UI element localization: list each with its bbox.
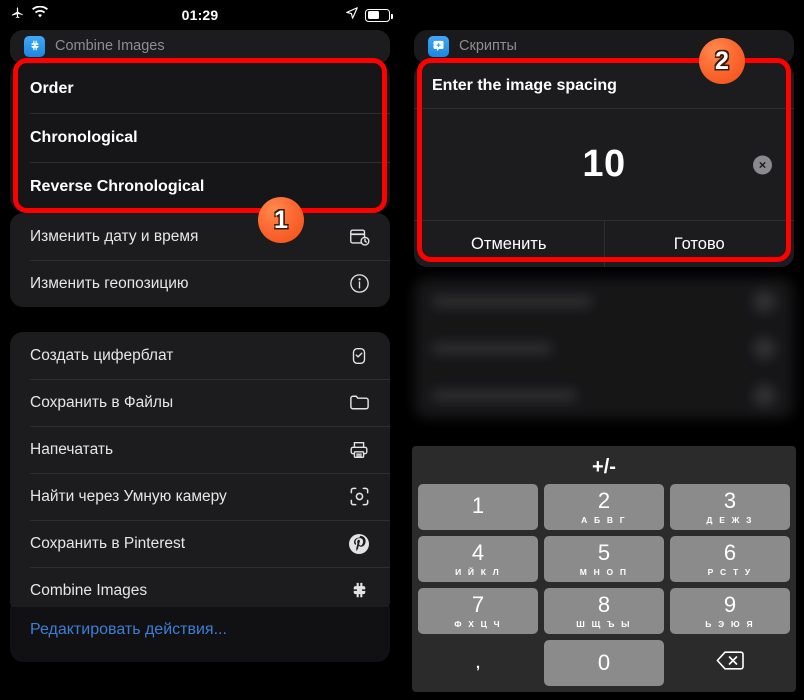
scripts-icon — [428, 35, 449, 57]
status-bar-clock: 01:29 — [181, 7, 219, 23]
blurred-row — [414, 278, 794, 325]
calendar-clock-icon — [346, 224, 372, 250]
actions-group-2: Создать циферблат Сохранить в Файлы Напе… — [10, 332, 390, 614]
smart-camera-icon — [346, 484, 372, 510]
key-letters: М Н О П — [579, 566, 629, 577]
puzzle-icon — [346, 578, 372, 604]
order-menu-label: Chronological — [30, 128, 138, 146]
keyboard-grid: 1 2 А Б В Г 3 Д Е Ж З 4 И Й К Л 5 М Н О … — [418, 484, 790, 686]
plus-minus-button[interactable]: +/- — [592, 456, 616, 479]
key-number: 5 — [597, 539, 611, 565]
left-sheet-app-title: Combine Images — [55, 38, 165, 54]
action-label: Сохранить в Файлы — [30, 393, 174, 411]
key-number: 4 — [471, 539, 485, 565]
key-number: 2 — [597, 487, 611, 513]
edit-actions-container: Редактировать действия... — [10, 607, 390, 662]
cancel-button[interactable]: Отменить — [414, 221, 604, 267]
action-row-save-to-files[interactable]: Сохранить в Файлы — [10, 379, 390, 426]
key-letters: А Б В Г — [581, 514, 627, 525]
numeric-keyboard: +/- 1 2 А Б В Г 3 Д Е Ж З 4 И Й К Л 5 М … — [412, 446, 796, 692]
key-4[interactable]: 4 И Й К Л — [418, 536, 538, 582]
key-number: , — [475, 654, 481, 672]
combine-images-icon — [24, 35, 45, 57]
order-menu-item-chronological[interactable]: Chronological — [10, 113, 390, 162]
actions-group-1: Изменить дату и время Изменить геопозици… — [10, 213, 390, 307]
key-letters: И Й К Л — [455, 566, 501, 577]
key-0[interactable]: 0 — [544, 640, 664, 686]
right-sheet-app-title: Скрипты — [459, 38, 517, 54]
action-label: Combine Images — [30, 581, 148, 599]
key-number: 8 — [597, 591, 611, 617]
key-letters: Д Е Ж З — [706, 514, 754, 525]
action-row-print[interactable]: Напечатать — [10, 426, 390, 473]
location-info-icon — [346, 271, 372, 297]
order-menu-item-order[interactable]: Order — [10, 64, 390, 113]
key-number: 3 — [723, 487, 737, 513]
backspace-icon — [716, 650, 744, 676]
action-label: Сохранить в Pinterest — [30, 534, 186, 552]
blurred-row — [414, 372, 794, 419]
annotation-badge-2: 2 — [699, 38, 745, 84]
left-sheet-header: Combine Images — [10, 30, 390, 64]
key-2[interactable]: 2 А Б В Г — [544, 484, 664, 530]
key-number: 1 — [471, 492, 485, 518]
key-comma[interactable]: , — [418, 640, 538, 686]
key-letters: Ф Х Ц Ч — [454, 618, 502, 629]
action-label: Найти через Умную камеру — [30, 487, 227, 505]
key-3[interactable]: 3 Д Е Ж З — [670, 484, 790, 530]
key-number: 7 — [471, 591, 485, 617]
input-dialog: Enter the image spacing 10 Отменить Гото… — [414, 64, 794, 267]
edit-actions-link[interactable]: Редактировать действия... — [10, 607, 390, 639]
order-menu-label: Reverse Chronological — [30, 177, 205, 195]
keyboard-toolbar: +/- — [418, 450, 790, 484]
action-row-change-location[interactable]: Изменить геопозицию — [10, 260, 390, 307]
action-label: Напечатать — [30, 440, 114, 458]
clear-circle-icon[interactable] — [753, 155, 772, 174]
dialog-actions: Отменить Готово — [414, 221, 794, 267]
key-letters: Ь Э Ю Я — [705, 618, 755, 629]
key-letters: Ш Щ Ъ Ы — [576, 618, 632, 629]
key-number: 0 — [597, 650, 611, 675]
key-letters: Р С Т У — [707, 566, 753, 577]
blurred-row — [414, 325, 794, 372]
action-label: Изменить геопозицию — [30, 274, 189, 292]
key-7[interactable]: 7 Ф Х Ц Ч — [418, 588, 538, 634]
order-menu-item-reverse-chronological[interactable]: Reverse Chronological — [10, 162, 390, 211]
action-label: Создать циферблат — [30, 346, 174, 364]
blurred-card — [414, 278, 794, 419]
done-button[interactable]: Готово — [603, 221, 795, 267]
annotation-badge-1: 1 — [258, 197, 304, 243]
blurred-background-list — [414, 278, 794, 419]
key-6[interactable]: 6 Р С Т У — [670, 536, 790, 582]
watch-face-icon — [346, 343, 372, 369]
key-1[interactable]: 1 — [418, 484, 538, 530]
key-backspace[interactable] — [670, 640, 790, 686]
right-phone-screen: Скрипты Enter the image spacing 10 Отмен… — [404, 0, 804, 700]
action-row-smart-camera-search[interactable]: Найти через Умную камеру — [10, 473, 390, 520]
action-row-change-date-time[interactable]: Изменить дату и время — [10, 213, 390, 260]
spacing-input-field[interactable]: 10 — [414, 109, 794, 221]
printer-icon — [346, 437, 372, 463]
status-bar: 01:29 — [10, 0, 393, 30]
battery-icon — [365, 8, 393, 22]
screenshot-stage: 01:29 Combine Images Order Chronological… — [0, 0, 804, 700]
key-5[interactable]: 5 М Н О П — [544, 536, 664, 582]
left-phone-screen: 01:29 Combine Images Order Chronological… — [0, 0, 400, 700]
folder-icon — [346, 390, 372, 416]
action-row-create-watch-face[interactable]: Создать циферблат — [10, 332, 390, 379]
order-menu-label: Order — [30, 79, 74, 97]
pinterest-icon — [346, 531, 372, 557]
key-9[interactable]: 9 Ь Э Ю Я — [670, 588, 790, 634]
key-number: 6 — [723, 539, 737, 565]
key-number: 9 — [723, 591, 737, 617]
spacing-input-value: 10 — [582, 143, 626, 185]
action-row-save-to-pinterest[interactable]: Сохранить в Pinterest — [10, 520, 390, 567]
key-8[interactable]: 8 Ш Щ Ъ Ы — [544, 588, 664, 634]
order-menu-group: Order Chronological Reverse Chronologica… — [10, 64, 390, 211]
